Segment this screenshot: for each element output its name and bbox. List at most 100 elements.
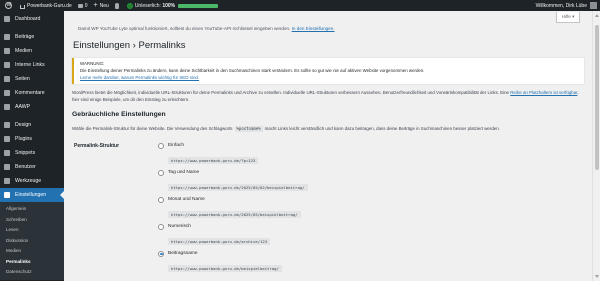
new-label: Neu <box>99 2 109 9</box>
option-label-row[interactable]: Einfach <box>158 142 258 149</box>
option-label: Monat und Name <box>168 197 205 203</box>
comments-count: 0 <box>84 2 88 9</box>
main-content: Hilfe ▾ Damit WP YouTube Lyte optimal fu… <box>64 11 592 281</box>
option-numeric: Numerisch https://www.powerbank-guru.de/… <box>158 223 271 248</box>
menu-label: Werkzeuge <box>15 178 42 184</box>
comment-bubble-icon <box>77 3 83 8</box>
option-label: Beitragsname <box>168 251 198 257</box>
comment-icon <box>4 90 10 96</box>
menu-media[interactable]: Medien <box>0 44 64 58</box>
scroll-down-icon[interactable] <box>595 275 599 278</box>
option-example: https://www.powerbank-guru.de/2025/05/02… <box>168 183 308 191</box>
submenu-privacy[interactable]: Datenschutz <box>0 267 64 278</box>
menu-aawp[interactable]: AAWP <box>0 100 64 114</box>
menu-tools[interactable]: Werkzeuge <box>0 174 64 188</box>
warning-title: WARNUNG: <box>80 61 105 66</box>
brush-icon <box>4 122 10 128</box>
intro-text: WordPress bietet die Möglichkeit, indivi… <box>72 90 510 95</box>
dashboard-icon <box>4 16 10 22</box>
aawp-icon <box>4 104 10 110</box>
menu-users[interactable]: Benutzer <box>0 160 64 174</box>
wp-logo-button[interactable] <box>0 0 17 11</box>
submenu-permalinks[interactable]: Permalinks <box>0 257 64 268</box>
submenu-discussion[interactable]: Diskussion <box>0 236 64 247</box>
radio-month-name[interactable] <box>158 196 164 203</box>
postname-tag: %postname% <box>234 125 263 132</box>
menu-snippets[interactable]: Snippets <box>0 146 64 160</box>
user-greeting[interactable]: Willkommen, Dirk Lübe <box>536 3 587 9</box>
placeholders-link[interactable]: Reihe an Platzhaltern ist verfügbar <box>510 90 577 95</box>
home-icon <box>20 4 25 9</box>
comments-button[interactable]: 0 <box>75 0 91 11</box>
menu-label: Benutzer <box>15 164 36 170</box>
seo-shield-icon <box>126 2 133 9</box>
menu-label: Interne Links <box>15 62 45 68</box>
settings-submenu: Allgemein Schreiben Lesen Diskussion Med… <box>0 202 64 280</box>
snippet-icon <box>4 150 10 156</box>
seo-score: 100% <box>162 2 176 9</box>
menu-comments[interactable]: Kommentare <box>0 86 64 100</box>
radio-day-name[interactable] <box>158 169 164 176</box>
menu-plugins[interactable]: Plugins <box>0 132 64 146</box>
menu-label: Design <box>15 122 32 128</box>
menu-internal-links[interactable]: Interne Links <box>0 58 64 72</box>
page-title: Einstellungen › Permalinks <box>73 40 186 51</box>
section-desc-after: macht Links leicht verständlich und kann… <box>264 126 500 132</box>
site-name-link[interactable]: Powerbank-Guru.de <box>17 0 75 11</box>
submenu-writing[interactable]: Schreiben <box>0 215 64 226</box>
page-icon <box>4 76 10 82</box>
option-label: Tag und Name <box>168 170 200 176</box>
plugin-icon <box>4 136 10 142</box>
menu-label: Seiten <box>15 76 30 82</box>
option-plain: Einfach https://www.powerbank-guru.de/?p… <box>158 142 259 167</box>
option-label-row[interactable]: Beitragsname <box>158 250 282 257</box>
flame-icon <box>114 2 119 9</box>
seo-progress-bar <box>178 3 219 8</box>
menu-design[interactable]: Design <box>0 118 64 132</box>
new-content-button[interactable]: + Neu <box>91 0 112 11</box>
settings-icon <box>4 192 10 198</box>
submenu-reading[interactable]: Lesen <box>0 225 64 236</box>
option-example: https://www.powerbank-guru.de/archive/12… <box>168 237 271 245</box>
page-scrollbar[interactable] <box>592 11 600 281</box>
wrench-icon <box>4 178 10 184</box>
radio-post-name[interactable] <box>158 250 164 257</box>
option-label-row[interactable]: Numerisch <box>158 223 270 230</box>
option-day-name: Tag und Name https://www.powerbank-guru.… <box>158 169 308 194</box>
radio-plain[interactable] <box>158 142 164 149</box>
seo-status[interactable]: Unleserlich: 100% <box>124 0 221 11</box>
submenu-general[interactable]: Allgemein <box>0 204 64 215</box>
menu-pages[interactable]: Seiten <box>0 72 64 86</box>
flame-button[interactable] <box>112 0 124 11</box>
seo-warning-notice: WARNUNG: Die Einstellung deiner Permalin… <box>72 58 584 84</box>
menu-posts[interactable]: Beiträge <box>0 30 64 44</box>
option-month-name: Monat und Name https://www.powerbank-gur… <box>158 196 301 221</box>
site-name: Powerbank-Guru.de <box>27 2 72 9</box>
section-desc-before: Wähle die Permalink-Struktur für deine W… <box>72 126 233 132</box>
top-notice-link[interactable]: In den Einstellungen. <box>292 26 335 31</box>
form-label: Permalink-Struktur <box>74 142 120 149</box>
intro-paragraph: WordPress bietet die Möglichkeit, indivi… <box>72 90 584 104</box>
menu-label: AAWP <box>15 104 31 110</box>
seo-progress-fill <box>178 3 219 8</box>
scrollbar-thumb[interactable] <box>595 25 599 170</box>
option-label: Einfach <box>168 143 184 149</box>
menu-label: Einstellungen <box>15 192 47 198</box>
section-description: Wähle die Permalink-Struktur für deine W… <box>72 125 584 132</box>
option-label-row[interactable]: Monat und Name <box>158 196 301 203</box>
pin-icon <box>4 34 10 40</box>
link-icon <box>4 62 10 68</box>
submenu-media[interactable]: Medien <box>0 246 64 257</box>
radio-numeric[interactable] <box>158 223 164 230</box>
menu-dashboard[interactable]: Dashboard <box>0 12 64 26</box>
avatar[interactable] <box>590 2 597 9</box>
menu-settings[interactable]: Einstellungen <box>0 188 64 202</box>
wordpress-icon <box>5 2 12 9</box>
scroll-up-icon[interactable] <box>595 14 599 17</box>
option-label-row[interactable]: Tag und Name <box>158 169 308 176</box>
admin-bar: Powerbank-Guru.de 0 +Neu Unleserlich: 10… <box>0 0 600 11</box>
section-title: Gebräuchliche Einstellungen <box>72 110 166 118</box>
warning-link[interactable]: Lerne mehr darüber, warum Permalinks wic… <box>80 75 199 80</box>
help-tab-button[interactable]: Hilfe ▾ <box>556 12 580 23</box>
option-example: https://www.powerbank-guru.de/?p=123 <box>168 156 259 164</box>
